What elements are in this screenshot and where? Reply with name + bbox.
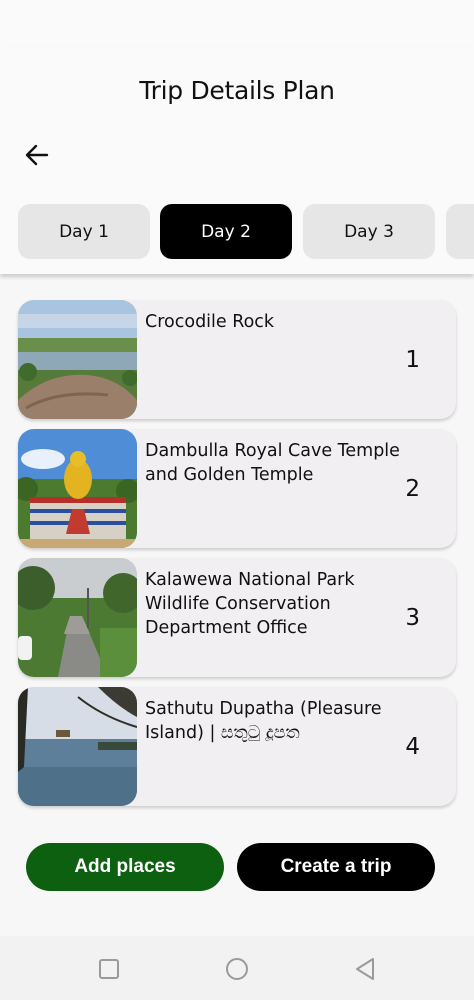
page-title: Trip Details Plan [139, 76, 335, 105]
place-image [18, 558, 137, 677]
place-order-number: 1 [405, 346, 420, 373]
home-button[interactable] [224, 956, 250, 982]
system-back-button[interactable] [352, 956, 378, 982]
place-order-number: 3 [405, 604, 420, 631]
place-card[interactable]: Dambulla Royal Cave Temple and Golden Te… [18, 429, 456, 548]
place-name: Crocodile Rock [145, 312, 275, 332]
arrow-left-icon [25, 144, 49, 166]
tab-day-2[interactable]: Day 2 [160, 204, 292, 259]
place-name: Sathutu Dupatha (Pleasure Island) | සතුට… [145, 699, 382, 743]
place-name: Kalawewa National Park Wildlife Conserva… [145, 570, 355, 638]
tab-day-1[interactable]: Day 1 [18, 204, 150, 259]
place-image [18, 687, 137, 806]
create-trip-button[interactable]: Create a trip [237, 843, 435, 891]
back-button[interactable] [22, 140, 52, 170]
recent-apps-button[interactable] [96, 956, 122, 982]
place-image [18, 300, 137, 419]
tab-day-3[interactable]: Day 3 [303, 204, 435, 259]
place-card[interactable]: Kalawewa National Park Wildlife Conserva… [18, 558, 456, 677]
add-places-button[interactable]: Add places [26, 843, 224, 891]
place-order-number: 2 [405, 475, 420, 502]
system-nav-bar [0, 936, 474, 1000]
place-name: Dambulla Royal Cave Temple and Golden Te… [145, 441, 400, 485]
place-order-number: 4 [405, 733, 420, 760]
triangle-left-icon [356, 958, 374, 980]
place-image [18, 429, 137, 548]
circle-icon [226, 958, 248, 980]
place-card[interactable]: Crocodile Rock 1 [18, 300, 456, 419]
place-card[interactable]: Sathutu Dupatha (Pleasure Island) | සතුට… [18, 687, 456, 806]
day-tabs: Day 1 Day 2 Day 3 [18, 204, 474, 260]
status-bar [0, 0, 474, 48]
tab-day-4-partial[interactable] [446, 204, 474, 259]
square-icon [99, 959, 119, 979]
